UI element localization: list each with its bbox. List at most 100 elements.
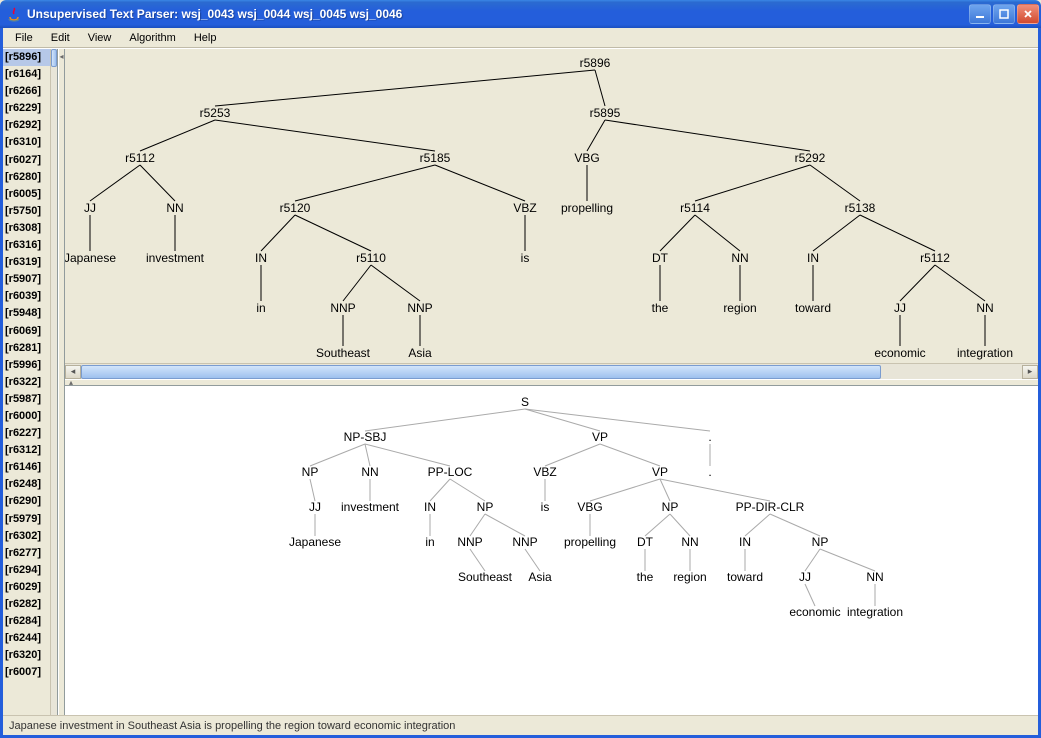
tree-node: NP-SBJ [344, 430, 387, 444]
tree-node: r5896 [580, 56, 611, 70]
maximize-button[interactable] [993, 4, 1015, 24]
scroll-right-icon[interactable]: ▸ [1022, 365, 1038, 379]
menubar: File Edit View Algorithm Help [3, 28, 1038, 48]
sidebar-item[interactable]: [r6005] [3, 186, 50, 203]
tree-node: VBG [577, 500, 602, 514]
sidebar-item[interactable]: [r6039] [3, 288, 50, 305]
tree-node: r5185 [420, 151, 451, 165]
horizontal-splitter[interactable]: ▴ [65, 379, 1038, 386]
sidebar-item[interactable]: [r5979] [3, 511, 50, 528]
sidebar-item[interactable]: [r6282] [3, 596, 50, 613]
sidebar-item[interactable]: [r6248] [3, 476, 50, 493]
sidebar-item[interactable]: [r6027] [3, 152, 50, 169]
tree-node: IN [424, 500, 436, 514]
tree-node: NP [302, 465, 319, 479]
top-hscroll-thumb[interactable] [81, 365, 881, 379]
tree-node: NNP [457, 535, 482, 549]
tree-node: investment [146, 251, 205, 265]
top-tree-pane[interactable]: r5896r5253r5895r5112r5185VBGr5292JJNNr51… [65, 49, 1038, 379]
tree-node: r5114 [680, 201, 710, 215]
tree-node: r5120 [280, 201, 311, 215]
sidebar-item[interactable]: [r5896] [3, 49, 50, 66]
sidebar-item[interactable]: [r6007] [3, 664, 50, 681]
sidebar-item[interactable]: [r6069] [3, 323, 50, 340]
minimize-button[interactable] [969, 4, 991, 24]
sidebar-scrollbar[interactable] [50, 49, 57, 715]
tree-node: NNP [330, 301, 355, 315]
menu-help[interactable]: Help [186, 31, 225, 45]
sidebar-item[interactable]: [r5907] [3, 271, 50, 288]
tree-node: toward [727, 570, 763, 584]
sidebar-item[interactable]: [r6284] [3, 613, 50, 630]
sidebar-item[interactable]: [r6146] [3, 459, 50, 476]
tree-node: is [521, 251, 530, 265]
menu-algorithm[interactable]: Algorithm [121, 31, 183, 45]
sidebar-item[interactable]: [r6227] [3, 425, 50, 442]
tree-node: economic [874, 346, 925, 360]
sidebar-item[interactable]: [r6229] [3, 100, 50, 117]
tree-node: PP-LOC [428, 465, 473, 479]
tree-node: NP [812, 535, 829, 549]
tree-node: S [521, 395, 529, 409]
tree-node: PP-DIR-CLR [736, 500, 805, 514]
scroll-left-icon[interactable]: ◂ [65, 365, 81, 379]
tree-node: region [673, 570, 706, 584]
sidebar-item[interactable]: [r6319] [3, 254, 50, 271]
sidebar-item[interactable]: [r5948] [3, 305, 50, 322]
tree-node: JJ [309, 500, 321, 514]
close-button[interactable] [1017, 4, 1039, 24]
tree-node: JJ [894, 301, 906, 315]
sidebar-item[interactable]: [r6308] [3, 220, 50, 237]
tree-node: IN [807, 251, 819, 265]
sidebar-item[interactable]: [r5987] [3, 391, 50, 408]
menu-edit[interactable]: Edit [43, 31, 78, 45]
sidebar-item[interactable]: [r6292] [3, 117, 50, 134]
tree-node: integration [847, 605, 903, 619]
tree-node: NN [866, 570, 883, 584]
sidebar-item[interactable]: [r6320] [3, 647, 50, 664]
tree-node: VBZ [533, 465, 556, 479]
menu-view[interactable]: View [80, 31, 120, 45]
tree-node: VBG [574, 151, 599, 165]
sidebar-item[interactable]: [r6280] [3, 169, 50, 186]
sidebar-item[interactable]: [r6322] [3, 374, 50, 391]
sidebar-item[interactable]: [r6294] [3, 562, 50, 579]
vertical-splitter[interactable]: ◂ [58, 49, 65, 715]
tree-node: Asia [528, 570, 552, 584]
sidebar-item[interactable]: [r6281] [3, 340, 50, 357]
sidebar-item[interactable]: [r5750] [3, 203, 50, 220]
sidebar-scroll-thumb[interactable] [51, 49, 57, 67]
sidebar-item[interactable]: [r6164] [3, 66, 50, 83]
sidebar-item[interactable]: [r6277] [3, 545, 50, 562]
tree-node: r5138 [845, 201, 876, 215]
sidebar-item[interactable]: [r6316] [3, 237, 50, 254]
tree-node: propelling [564, 535, 616, 549]
sidebar-item[interactable]: [r6310] [3, 134, 50, 151]
tree-node: investment [341, 500, 400, 514]
tree-node: the [652, 301, 669, 315]
sidebar-item[interactable]: [r6312] [3, 442, 50, 459]
top-pane-hscroll[interactable]: ◂ ▸ [65, 363, 1038, 379]
tree-node: r5110 [356, 251, 386, 265]
sidebar-item[interactable]: [r6290] [3, 493, 50, 510]
tree-node: NN [731, 251, 748, 265]
tree-node: NN [976, 301, 993, 315]
tree-node: toward [795, 301, 831, 315]
tree-node: r5253 [200, 106, 231, 120]
sidebar-item[interactable]: [r6266] [3, 83, 50, 100]
titlebar: Unsupervised Text Parser: wsj_0043 wsj_0… [0, 0, 1041, 28]
tree-node: VP [652, 465, 668, 479]
menu-file[interactable]: File [7, 31, 41, 45]
sidebar-item[interactable]: [r6000] [3, 408, 50, 425]
tree-node: Japanese [65, 251, 116, 265]
tree-node: NN [681, 535, 698, 549]
sidebar-item[interactable]: [r5996] [3, 357, 50, 374]
tree-node: region [723, 301, 756, 315]
sidebar-item[interactable]: [r6302] [3, 528, 50, 545]
sidebar-item[interactable]: [r6244] [3, 630, 50, 647]
tree-node: in [425, 535, 434, 549]
tree-node: Asia [408, 346, 432, 360]
bottom-tree-pane[interactable]: SNP-SBJVP.NPNNPP-LOCVBZVP.JJinvestmentIN… [65, 386, 1038, 715]
tree-node: NNP [512, 535, 537, 549]
sidebar-item[interactable]: [r6029] [3, 579, 50, 596]
